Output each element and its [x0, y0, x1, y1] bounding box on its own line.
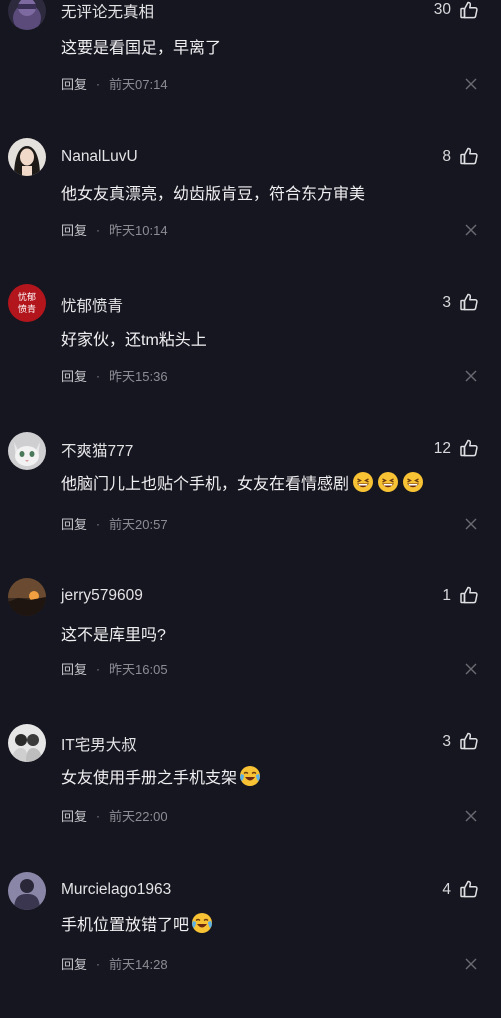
meta-separator: · [96, 222, 101, 237]
like-count: 12 [433, 440, 451, 457]
reply-button[interactable]: 回复 [61, 954, 87, 973]
avatar[interactable] [8, 138, 46, 176]
avatar[interactable] [8, 432, 46, 470]
username[interactable]: IT宅男大叔 [61, 733, 137, 755]
username[interactable]: 不爽猫777 [61, 439, 133, 461]
avatar[interactable] [8, 578, 46, 616]
close-icon[interactable] [465, 810, 477, 822]
thumbs-up-icon[interactable] [459, 438, 479, 458]
close-icon[interactable] [465, 958, 477, 970]
meta-separator: · [96, 76, 101, 91]
comment-text-value: 好家伙，还tm粘头上 [61, 332, 207, 349]
comment-meta: 回复 · 前天20:57 [61, 514, 168, 533]
grinning-squint-emoji [378, 472, 399, 492]
comment-text: 他女友真漂亮，幼齿版肯豆，符合东方审美 [61, 180, 365, 204]
comment-item: IT宅男大叔 3 女友使用手册之手机支架 回复 · 前天22:00 [0, 724, 501, 870]
username[interactable]: 忧郁愤青 [61, 294, 123, 316]
comment-meta: 回复 · 昨天10:14 [61, 220, 168, 239]
comment-item: 忧郁 愤青 忧郁愤青 3 好家伙，还tm粘头上 回复 · 昨天15:36 [0, 284, 501, 430]
like-count: 3 [442, 733, 451, 750]
comment-text: 好家伙，还tm粘头上 [61, 326, 207, 350]
comment-text: 女友使用手册之手机支架 [61, 764, 261, 788]
thumbs-up-icon[interactable] [459, 292, 479, 312]
username[interactable]: jerry579609 [61, 587, 143, 605]
meta-separator: · [96, 956, 101, 971]
comment-time: 前天14:28 [109, 957, 168, 972]
close-icon[interactable] [465, 370, 477, 382]
comment-meta: 回复 · 前天22:00 [61, 806, 168, 825]
avatar[interactable] [8, 872, 46, 910]
thumbs-up-icon[interactable] [459, 731, 479, 751]
grinning-squint-emoji [353, 472, 374, 492]
comment-text-value: 女友使用手册之手机支架 [61, 770, 238, 787]
close-icon[interactable] [465, 518, 477, 530]
like-count: 3 [442, 294, 451, 311]
reply-button[interactable]: 回复 [61, 366, 87, 385]
comment-meta: 回复 · 前天14:28 [61, 954, 168, 973]
avatar-text: 忧郁 [18, 291, 36, 303]
comment-text-value: 他女友真漂亮，幼齿版肯豆，符合东方审美 [61, 186, 366, 203]
comment-text-value: 他脑门儿上也贴个手机，女友在看情感剧 [61, 476, 350, 493]
reply-button[interactable]: 回复 [61, 220, 87, 239]
meta-separator: · [96, 516, 101, 531]
comment-meta: 回复 · 前天07:14 [61, 74, 168, 93]
comment-time: 昨天15:36 [109, 369, 168, 384]
avatar[interactable] [8, 0, 46, 30]
svg-text:愤青: 愤青 [18, 303, 36, 315]
thumbs-up-icon[interactable] [459, 585, 479, 605]
like-count: 8 [442, 148, 451, 165]
username[interactable]: Murcielago1963 [61, 881, 171, 899]
meta-separator: · [96, 661, 101, 676]
comment-time: 昨天10:14 [109, 223, 168, 238]
thumbs-up-icon[interactable] [459, 0, 479, 20]
comment-time: 昨天16:05 [109, 662, 168, 677]
grinning-squint-emoji [403, 472, 424, 492]
comment-item: 不爽猫777 12 他脑门儿上也贴个手机，女友在看情感剧 回复 · 前天20:5… [0, 430, 501, 576]
meta-separator: · [96, 368, 101, 383]
close-icon[interactable] [465, 663, 477, 675]
comment-text: 这要是看国足，早离了 [61, 34, 221, 58]
comment-item: 无评论无真相 30 这要是看国足，早离了 回复 · 前天07:14 [0, 0, 501, 138]
comment-item: NanalLuvU 8 他女友真漂亮，幼齿版肯豆，符合东方审美 回复 · 昨天1… [0, 138, 501, 284]
comment-text-value: 这不是库里吗? [61, 627, 166, 644]
avatar[interactable]: 忧郁 愤青 [8, 284, 46, 322]
reply-button[interactable]: 回复 [61, 806, 87, 825]
like-count: 30 [433, 1, 451, 18]
reply-button[interactable]: 回复 [61, 659, 87, 678]
thumbs-up-icon[interactable] [459, 879, 479, 899]
comment-meta: 回复 · 昨天15:36 [61, 366, 168, 385]
thumbs-up-icon[interactable] [459, 146, 479, 166]
comment-text: 这不是库里吗? [61, 621, 166, 645]
comment-meta: 回复 · 昨天16:05 [61, 659, 168, 678]
comment-text-value: 手机位置放错了吧 [61, 917, 190, 934]
comment-item: jerry579609 1 这不是库里吗? 回复 · 昨天16:05 [0, 578, 501, 724]
comment-time: 前天22:00 [109, 809, 168, 824]
comment-text: 手机位置放错了吧 [61, 911, 213, 935]
avatar[interactable] [8, 724, 46, 762]
username[interactable]: NanalLuvU [61, 148, 138, 166]
like-count: 4 [442, 881, 451, 898]
comment-text-value: 这要是看国足，早离了 [61, 40, 222, 57]
close-icon[interactable] [465, 78, 477, 90]
username[interactable]: 无评论无真相 [61, 0, 154, 22]
reply-button[interactable]: 回复 [61, 74, 87, 93]
reply-button[interactable]: 回复 [61, 514, 87, 533]
face-with-tears-of-joy-emoji [192, 913, 213, 933]
comment-item: Murcielago1963 4 手机位置放错了吧 回复 · 前天14:28 [0, 872, 501, 1018]
meta-separator: · [96, 808, 101, 823]
comment-text: 他脑门儿上也贴个手机，女友在看情感剧 [61, 470, 424, 494]
comment-time: 前天07:14 [109, 77, 168, 92]
face-with-tears-of-joy-emoji [240, 766, 261, 786]
like-count: 1 [442, 587, 451, 604]
close-icon[interactable] [465, 224, 477, 236]
comment-time: 前天20:57 [109, 517, 168, 532]
